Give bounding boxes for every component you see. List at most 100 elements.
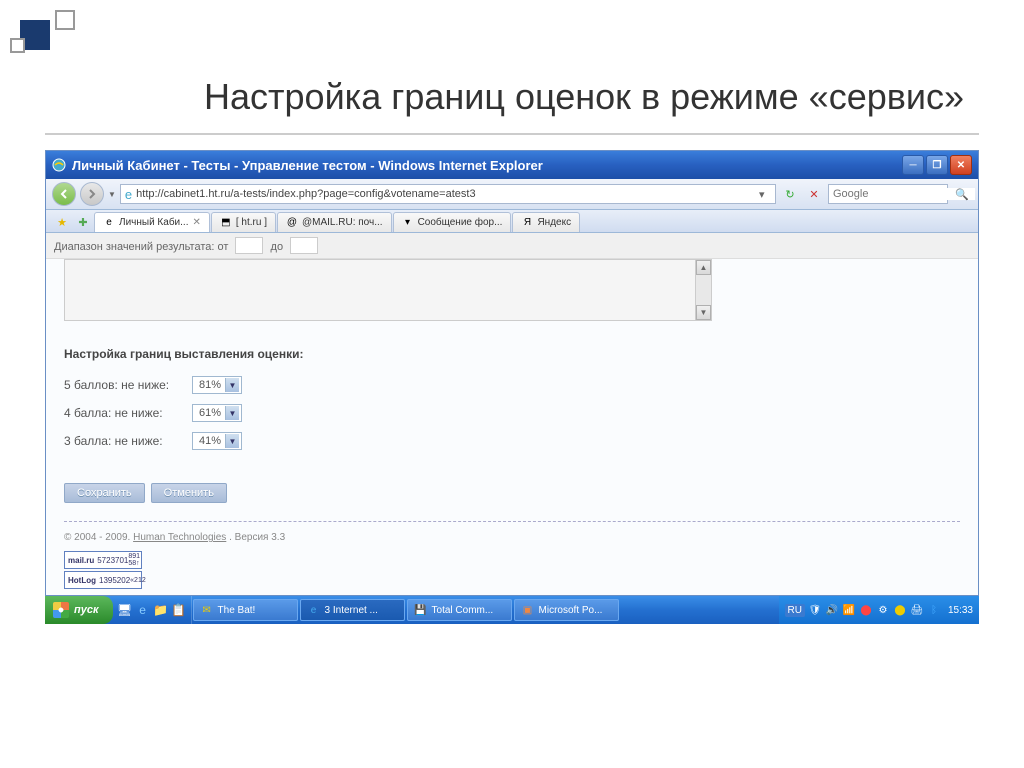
ql-ie-icon[interactable]: e xyxy=(135,602,151,618)
tray-icon-6[interactable]: ⬤ xyxy=(893,603,907,617)
browser-tab[interactable]: e Личный Каби... ✕ xyxy=(94,212,210,232)
taskbar-item[interactable]: ✉ The Bat! xyxy=(193,599,298,621)
dropdown-icon[interactable]: ▼ xyxy=(225,378,239,392)
quick-launch: 🖥 e 📁 📋 xyxy=(113,596,192,624)
page-icon: e xyxy=(125,187,132,202)
search-button[interactable]: 🔍 xyxy=(952,184,972,204)
browser-window: Личный Кабинет - Тесты - Управление тест… xyxy=(45,150,979,596)
tray-icon-7[interactable]: 🖨 xyxy=(910,603,924,617)
task-label: Total Comm... xyxy=(432,605,494,616)
tab-favicon-icon: ▾ xyxy=(402,217,414,229)
start-button[interactable]: пуск xyxy=(45,596,113,624)
ql-app2-icon[interactable]: 📋 xyxy=(171,602,187,618)
grade-value: 81% xyxy=(195,379,225,391)
tab-label: [ ht.ru ] xyxy=(236,217,267,228)
clock[interactable]: 15:33 xyxy=(944,605,973,616)
forward-button[interactable] xyxy=(80,182,104,206)
tray-icon-2[interactable]: 🔊 xyxy=(825,603,839,617)
dropdown-icon[interactable]: ▼ xyxy=(225,434,239,448)
grade-select[interactable]: 41%▼ xyxy=(192,432,242,450)
browser-tab[interactable]: Я Яндекс xyxy=(512,212,580,232)
slide-divider xyxy=(45,133,979,135)
grade-select[interactable]: 61%▼ xyxy=(192,404,242,422)
task-app-icon: 💾 xyxy=(414,603,428,617)
scroll-up-icon[interactable]: ▲ xyxy=(696,260,711,275)
browser-tab[interactable]: ▾ Сообщение фор... xyxy=(393,212,512,232)
browser-tab[interactable]: ⬒ [ ht.ru ] xyxy=(211,212,276,232)
counter-badge[interactable]: HotLog1395202«212 xyxy=(64,571,142,589)
grade-label: 3 балла: не ниже: xyxy=(64,434,184,448)
range-row: Диапазон значений результата: от до xyxy=(46,233,978,259)
ie-icon xyxy=(52,158,66,172)
grade-label: 4 балла: не ниже: xyxy=(64,406,184,420)
tab-close-icon[interactable]: ✕ xyxy=(192,217,200,228)
tray-icon-4[interactable]: ⬤ xyxy=(859,603,873,617)
taskbar-item[interactable]: ▣Microsoft Po... xyxy=(514,599,619,621)
counter-badge[interactable]: mail.ru572370189158↑ xyxy=(64,551,142,569)
description-textarea[interactable]: ▲ ▼ xyxy=(64,259,712,321)
favorites-button[interactable]: ★ xyxy=(52,213,72,231)
taskbar-item[interactable]: 💾 Total Comm... xyxy=(407,599,512,621)
minimize-button[interactable]: ─ xyxy=(902,155,924,175)
navigation-bar: ▼ e ▾ ↻ ✕ 🔍 xyxy=(46,179,978,210)
grade-value: 61% xyxy=(195,407,225,419)
tab-favicon-icon: ⬒ xyxy=(220,217,232,229)
tray-icon-5[interactable]: ⚙ xyxy=(876,603,890,617)
grade-row: 3 балла: не ниже: 41%▼ xyxy=(64,427,960,455)
back-button[interactable] xyxy=(52,182,76,206)
add-favorites-button[interactable]: ✚ xyxy=(73,213,93,231)
maximize-button[interactable]: ❐ xyxy=(926,155,948,175)
language-indicator[interactable]: RU xyxy=(785,604,805,617)
footer-divider xyxy=(64,521,960,522)
windows-logo-icon xyxy=(53,602,69,618)
tab-favicon-icon: @ xyxy=(286,217,298,229)
footer-copyright: © 2004 - 2009. Human Technologies . Верс… xyxy=(46,526,978,549)
slide-title: Настройка границ оценок в режиме «сервис… xyxy=(0,0,1024,133)
tab-label: Яндекс xyxy=(537,217,571,228)
stop-button[interactable]: ✕ xyxy=(804,184,824,204)
dropdown-icon[interactable]: ▼ xyxy=(225,406,239,420)
ql-app-icon[interactable]: 📁 xyxy=(153,602,169,618)
system-tray: RU 🛡 🔊 📶 ⬤ ⚙ ⬤ 🖨 ᛒ 15:33 xyxy=(779,596,979,624)
grade-row: 5 баллов: не ниже: 81%▼ xyxy=(64,371,960,399)
footer-link[interactable]: Human Technologies xyxy=(133,532,226,543)
range-from-input[interactable] xyxy=(235,237,263,254)
grade-value: 41% xyxy=(195,435,225,447)
task-label: The Bat! xyxy=(218,605,256,616)
button-row: Сохранить Отменить xyxy=(64,455,960,515)
tray-icon-3[interactable]: 📶 xyxy=(842,603,856,617)
tab-label: Сообщение фор... xyxy=(418,217,503,228)
refresh-button[interactable]: ↻ xyxy=(780,184,800,204)
grades-section-title: Настройка границ выставления оценки: xyxy=(64,329,960,371)
scroll-down-icon[interactable]: ▼ xyxy=(696,305,711,320)
address-dropdown-icon[interactable]: ▾ xyxy=(759,188,771,201)
taskbar-item[interactable]: e3 Internet ... xyxy=(300,599,405,621)
task-app-icon: ✉ xyxy=(200,603,214,617)
task-app-icon: e xyxy=(307,603,321,617)
taskbar: пуск 🖥 e 📁 📋 ✉ The Bat! e3 Internet ... 💾 To… xyxy=(45,596,979,624)
url-input[interactable] xyxy=(136,188,755,200)
tray-icon-1[interactable]: 🛡 xyxy=(808,603,822,617)
page-content: Диапазон значений результата: от до ▲ ▼ … xyxy=(46,233,978,595)
save-button[interactable]: Сохранить xyxy=(64,483,145,503)
close-button[interactable]: ✕ xyxy=(950,155,972,175)
counters: mail.ru572370189158↑ HotLog1395202«212 xyxy=(46,549,978,595)
tab-bar: ★ ✚ e Личный Каби... ✕ ⬒ [ ht.ru ] @@MAIL.RU:… xyxy=(46,210,978,233)
tab-favicon-icon: Я xyxy=(521,217,533,229)
grade-label: 5 баллов: не ниже: xyxy=(64,378,184,392)
ql-show-desktop-icon[interactable]: 🖥 xyxy=(117,602,133,618)
window-title: Личный Кабинет - Тесты - Управление тест… xyxy=(72,158,896,173)
grade-row: 4 балла: не ниже: 61%▼ xyxy=(64,399,960,427)
task-label: Microsoft Po... xyxy=(539,605,603,616)
range-to-input[interactable] xyxy=(290,237,318,254)
tab-favicon-icon: e xyxy=(103,217,115,229)
cancel-button[interactable]: Отменить xyxy=(151,483,227,503)
search-box[interactable] xyxy=(828,184,948,204)
browser-tab[interactable]: @@MAIL.RU: поч... xyxy=(277,212,392,232)
address-bar[interactable]: e ▾ xyxy=(120,184,776,204)
grade-select[interactable]: 81%▼ xyxy=(192,376,242,394)
tray-bluetooth-icon[interactable]: ᛒ xyxy=(927,603,941,617)
titlebar: Личный Кабинет - Тесты - Управление тест… xyxy=(46,151,978,179)
textarea-scrollbar[interactable]: ▲ ▼ xyxy=(695,260,711,320)
tab-label: Личный Каби... xyxy=(119,217,188,228)
